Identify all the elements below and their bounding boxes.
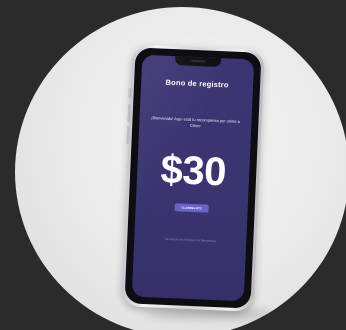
circular-photo-frame: Bono de registro ¡Bienvenido! Aquí está …	[15, 7, 346, 330]
welcome-message: ¡Bienvenido! Aquí está tu recompensa por…	[151, 115, 241, 129]
phone-notch	[174, 56, 222, 68]
phone-body: Bono de registro ¡Bienvenido! Aquí está …	[124, 47, 262, 309]
bonus-amount: $30	[159, 147, 227, 195]
claim-button[interactable]: CLAIMING BTC	[174, 203, 209, 213]
screen-title: Bono de registro	[165, 77, 229, 90]
terms-footnote[interactable]: Se aplican los términos de Bienvenida	[142, 236, 238, 244]
phone-screen: Bono de registro ¡Bienvenido! Aquí está …	[131, 54, 255, 302]
volume-button	[128, 88, 132, 99]
speaker-grille	[191, 59, 206, 63]
photo-stage: Bono de registro ¡Bienvenido! Aquí está …	[0, 0, 346, 330]
smartphone: Bono de registro ¡Bienvenido! Aquí está …	[121, 44, 265, 312]
